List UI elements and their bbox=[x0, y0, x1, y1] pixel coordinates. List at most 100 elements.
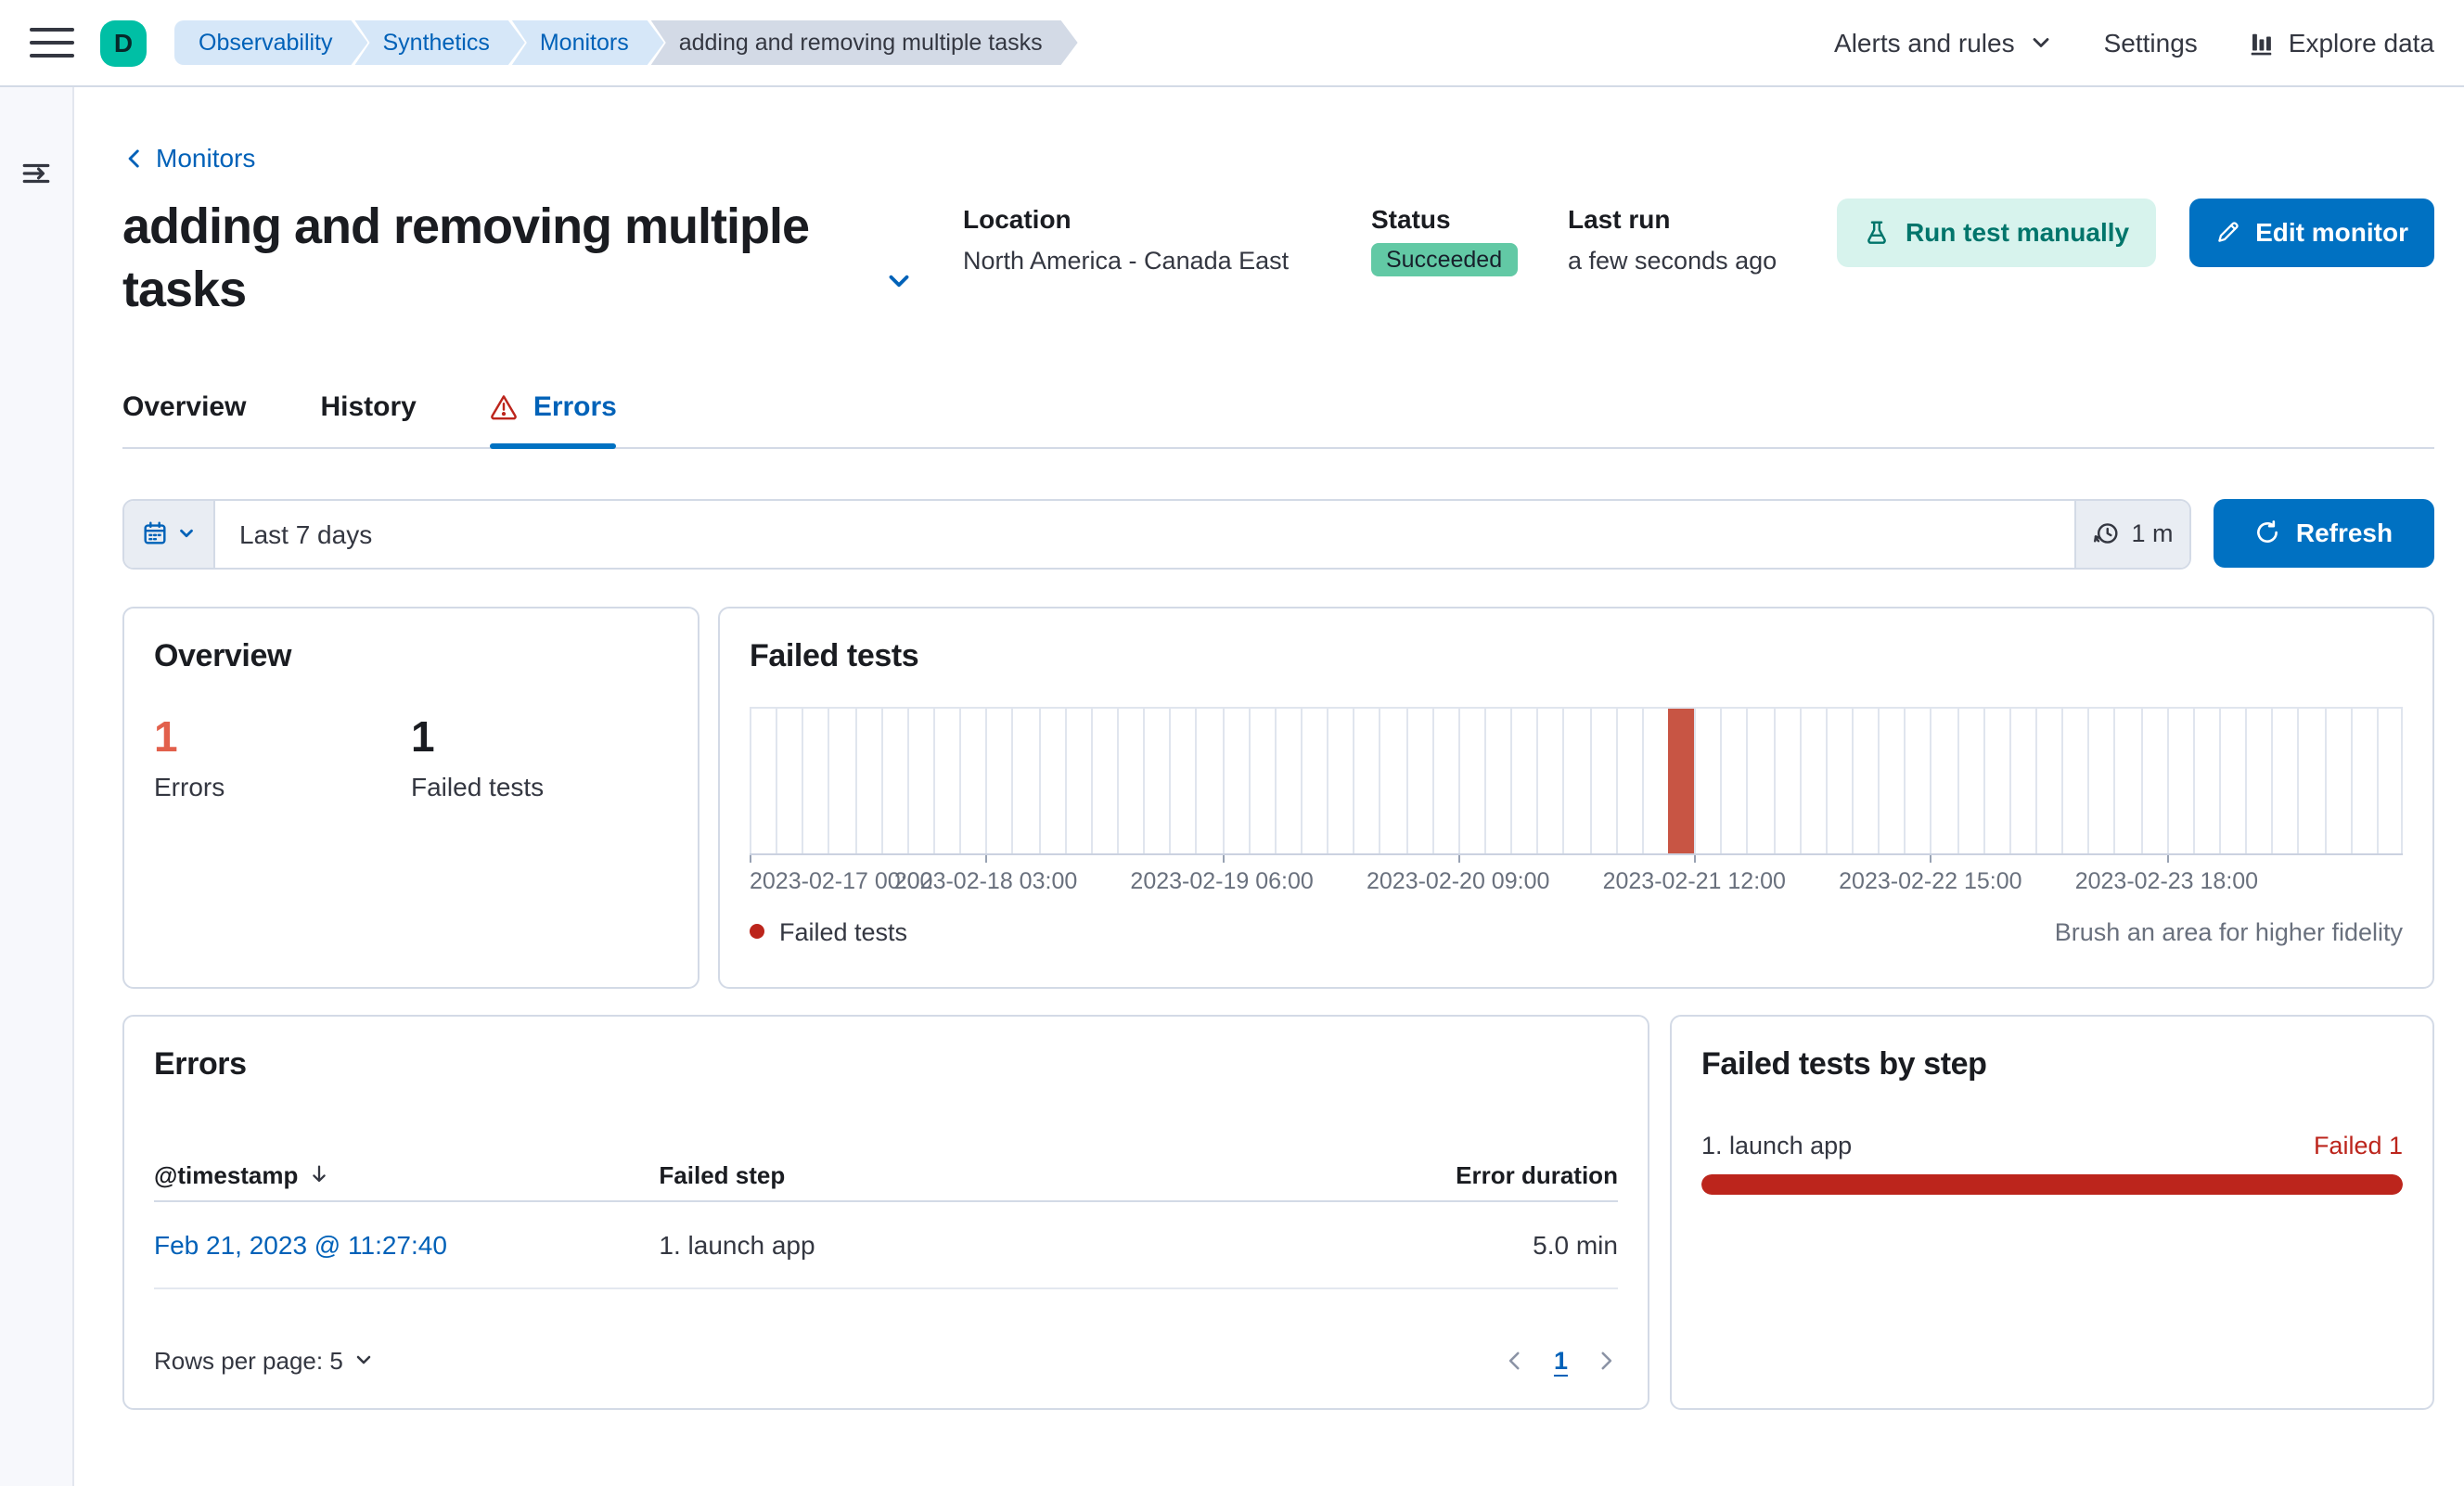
run-test-label: Run test manually bbox=[1905, 217, 2130, 247]
failed-tests-panel-title: Failed tests bbox=[750, 637, 919, 673]
avatar[interactable]: D bbox=[100, 19, 147, 66]
page-title: adding and removing multiple tasks bbox=[122, 198, 810, 316]
legend-dot bbox=[750, 924, 764, 939]
step-name: 1. launch app bbox=[1701, 1131, 1853, 1159]
failed-test-bar bbox=[1668, 708, 1695, 852]
refresh-icon bbox=[2257, 520, 2278, 543]
status-badge: Succeeded bbox=[1371, 242, 1518, 275]
last-run-label: Last run bbox=[1568, 203, 1671, 233]
bar-chart-icon bbox=[2252, 32, 2273, 55]
location-label: Location bbox=[963, 203, 1072, 233]
tab-overview-label: Overview bbox=[122, 391, 247, 422]
brush-hint: Brush an area for higher fidelity bbox=[2054, 917, 2403, 945]
tab-overview[interactable]: Overview bbox=[122, 391, 246, 446]
chevron-down-icon bbox=[356, 1355, 371, 1364]
back-link-label: Monitors bbox=[156, 143, 256, 173]
next-page-chevron-right-icon[interactable] bbox=[1594, 1348, 1618, 1372]
back-to-monitors-link[interactable]: Monitors bbox=[122, 143, 255, 173]
failed-tests-by-step-panel: Failed tests by step 1. launch app Faile… bbox=[1670, 1014, 2434, 1409]
rows-per-page-label: Rows per page: 5 bbox=[154, 1346, 343, 1374]
chevron-down-icon bbox=[180, 529, 193, 538]
breadcrumb-current-monitor: adding and removing multiple tasks bbox=[651, 20, 1078, 65]
last-run-value: a few seconds ago bbox=[1568, 246, 1777, 274]
errors-count-label: Errors bbox=[154, 771, 225, 801]
pencil-icon bbox=[2217, 222, 2238, 242]
failed-tests-bars bbox=[750, 708, 2403, 852]
alert-icon bbox=[492, 394, 518, 419]
date-picker-menu-button[interactable] bbox=[124, 500, 215, 567]
status-label: Status bbox=[1371, 203, 1451, 233]
failed-tests-plot[interactable] bbox=[750, 706, 2403, 854]
explore-data-link[interactable]: Explore data bbox=[2248, 28, 2434, 58]
refresh-label: Refresh bbox=[2295, 518, 2393, 547]
location-value: North America - Canada East bbox=[963, 246, 1290, 274]
error-timestamp-link[interactable]: Feb 21, 2023 @ 11:27:40 bbox=[154, 1229, 447, 1259]
column-header-failed-step: Failed step bbox=[659, 1160, 786, 1188]
expand-menu-icon[interactable] bbox=[0, 158, 72, 189]
date-range-value[interactable]: Last 7 days bbox=[215, 500, 2074, 567]
edit-monitor-label: Edit monitor bbox=[2255, 217, 2408, 247]
step-progress-bar bbox=[1701, 1173, 2403, 1194]
errors-table: @timestamp Failed step Error duration Fe… bbox=[154, 1149, 1618, 1288]
chevron-down-icon bbox=[2033, 38, 2048, 47]
tab-history[interactable]: History bbox=[320, 391, 416, 446]
legend-item-failed-tests[interactable]: Failed tests bbox=[750, 917, 907, 945]
tab-history-label: History bbox=[320, 391, 417, 422]
failed-tests-count-label: Failed tests bbox=[411, 771, 545, 801]
chevron-left-icon bbox=[128, 148, 139, 167]
breadcrumb-observability[interactable]: Observability bbox=[174, 20, 368, 65]
refresh-interval-button[interactable]: 1 m bbox=[2074, 500, 2189, 567]
x-axis-tick-label: 2023-02-21 12:00 bbox=[1602, 867, 1786, 893]
date-range-picker: Last 7 days 1 m bbox=[122, 498, 2191, 569]
failed-tests-count: 1 bbox=[411, 711, 435, 760]
top-header: D Observability Synthetics Monitors addi… bbox=[0, 0, 2464, 87]
timestamp-header-label: @timestamp bbox=[154, 1160, 299, 1188]
run-test-manually-button[interactable]: Run test manually bbox=[1836, 198, 2156, 266]
x-axis-tick-label: 2023-02-18 03:00 bbox=[893, 867, 1078, 893]
hamburger-menu-icon[interactable] bbox=[30, 27, 74, 58]
x-axis-tick-label: 2023-02-19 06:00 bbox=[1130, 867, 1314, 893]
step-failed-count: Failed 1 bbox=[2313, 1131, 2403, 1159]
tab-errors[interactable]: Errors bbox=[490, 391, 617, 448]
step-row: 1. launch app Failed 1 bbox=[1701, 1131, 2403, 1194]
timer-icon bbox=[2093, 523, 2117, 544]
sort-desc-icon bbox=[312, 1165, 326, 1183]
refresh-interval-value: 1 m bbox=[2131, 519, 2174, 547]
x-axis-tick-label: 2023-02-20 09:00 bbox=[1366, 867, 1550, 893]
error-duration: 5.0 min bbox=[1533, 1229, 1618, 1259]
tab-errors-label: Errors bbox=[533, 391, 617, 422]
x-axis-tick-label: 2023-02-23 18:00 bbox=[2074, 867, 2259, 893]
edit-monitor-button[interactable]: Edit monitor bbox=[2188, 198, 2434, 266]
column-header-timestamp[interactable]: @timestamp bbox=[154, 1160, 659, 1188]
x-axis-tick-label: 2023-02-22 15:00 bbox=[1839, 867, 2022, 893]
errors-panel: Errors @timestamp Failed step Error dura… bbox=[122, 1014, 1649, 1409]
overview-panel-title: Overview bbox=[154, 637, 292, 673]
legend-label: Failed tests bbox=[779, 917, 908, 945]
breadcrumb-synthetics[interactable]: Synthetics bbox=[355, 20, 525, 65]
breadcrumb-monitors[interactable]: Monitors bbox=[512, 20, 664, 65]
errors-panel-title: Errors bbox=[154, 1045, 247, 1081]
settings-link[interactable]: Settings bbox=[2104, 28, 2198, 58]
alerts-and-rules-label: Alerts and rules bbox=[1834, 28, 2015, 58]
error-failed-step: 1. launch app bbox=[659, 1229, 815, 1259]
failed-by-step-panel-title: Failed tests by step bbox=[1701, 1045, 1987, 1081]
rows-per-page-button[interactable]: Rows per page: 5 bbox=[154, 1346, 375, 1374]
failed-tests-xaxis: 2023-02-17 00:00 2023-02-18 03:00 2023-02-… bbox=[750, 854, 2403, 899]
page-number-1[interactable]: 1 bbox=[1554, 1346, 1568, 1374]
settings-label: Settings bbox=[2103, 28, 2198, 58]
pagination: 1 bbox=[1504, 1346, 1618, 1374]
column-header-error-duration: Error duration bbox=[1456, 1160, 1618, 1188]
calendar-icon bbox=[144, 521, 166, 544]
alerts-and-rules-menu[interactable]: Alerts and rules bbox=[1834, 28, 2054, 58]
overview-panel: Overview 1 Errors 1 Failed tests bbox=[122, 606, 699, 988]
step-progress-track bbox=[1701, 1173, 2403, 1194]
previous-page-chevron-left-icon[interactable] bbox=[1504, 1348, 1528, 1372]
errors-count: 1 bbox=[154, 711, 178, 760]
table-row: Feb 21, 2023 @ 11:27:40 1. launch app 5.… bbox=[154, 1201, 1618, 1288]
beaker-icon bbox=[1867, 220, 1886, 243]
refresh-button[interactable]: Refresh bbox=[2214, 498, 2434, 567]
monitor-select-chevron-down-icon[interactable] bbox=[883, 264, 915, 296]
breadcrumb: Observability Synthetics Monitors adding… bbox=[174, 20, 1078, 65]
monitor-meta: Location North America - Canada East Sta… bbox=[963, 194, 1828, 275]
failed-tests-panel: Failed tests 2023-02-17 00:00 2023-02-18 … bbox=[718, 606, 2434, 988]
